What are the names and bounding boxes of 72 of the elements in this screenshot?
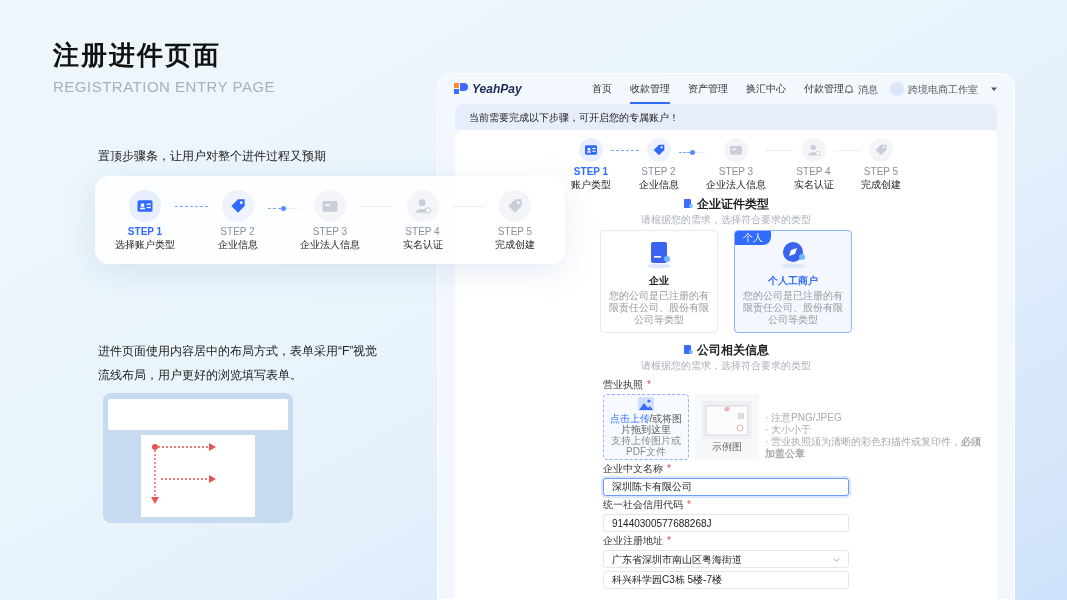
section-subtitle: 请根据您的需求，选择符合要求的类型	[641, 359, 811, 372]
section-title: 企业证件类型	[696, 196, 769, 213]
slide-subtitle: REGISTRATION ENTRY PAGE	[53, 77, 276, 97]
step-label: 实名认证	[793, 178, 834, 191]
field-label: 企业中文名称	[603, 462, 663, 475]
document-icon	[683, 345, 693, 355]
upload-hint: · 大小小于	[765, 424, 813, 436]
upload-link[interactable]: 点击上传	[609, 413, 650, 424]
text-input[interactable]: 91440300577688268J	[603, 514, 849, 532]
account-name[interactable]: 跨境电商工作室	[908, 81, 978, 97]
step-number: STEP 5	[497, 225, 533, 238]
type-title: 个人工商户	[768, 274, 818, 288]
chevron-down-icon	[833, 555, 840, 563]
nav-tab[interactable]: 首页	[592, 74, 612, 104]
upload-hint: · 营业执照须为清晰的彩色扫描件或复印件，必须加盖公章	[765, 436, 983, 460]
field-label: 统一社会信用代码	[603, 498, 683, 511]
text-input[interactable]: 科兴科学园C3栋 5楼-7楼	[603, 571, 849, 589]
step-number: STEP 1	[573, 166, 609, 178]
account-type-card[interactable]: 个人 个人工商户 您的公司是已注册的有限责任公司、股份有限公司等类型	[734, 230, 852, 333]
type-description: 您的公司是已注册的有限责任公司、股份有限公司等类型	[742, 290, 844, 326]
step-number: STEP 2	[220, 225, 255, 238]
section-subtitle: 请根据您的需求，选择符合要求的类型	[641, 213, 811, 226]
required-mark: *	[667, 462, 671, 475]
upload-hint: · 注意PNG/JPEG	[765, 412, 843, 424]
step-number: STEP 4	[796, 166, 831, 178]
required-mark: *	[667, 534, 671, 547]
logo-text: YeahPay	[472, 81, 522, 98]
step-label: 企业法人信息	[706, 178, 766, 191]
slide-title: 注册进件页面	[53, 39, 221, 72]
logo-icon	[454, 83, 468, 95]
step-number: STEP 2	[641, 166, 676, 178]
image-icon	[638, 397, 654, 411]
type-description: 您的公司是已注册的有限责任公司、股份有限公司等类型	[608, 290, 710, 326]
field-label: 企业注册地址	[603, 534, 663, 547]
step-label: 选择账户类型	[115, 237, 175, 251]
nav-tab[interactable]: 资产管理	[688, 74, 728, 104]
upload-instructions: 点击上传/或将图片拖到这里	[608, 413, 684, 435]
step-label: 完成创建	[495, 237, 535, 251]
caret-icon[interactable]	[990, 85, 998, 93]
compass-icon	[778, 239, 808, 269]
section-title: 公司相关信息	[696, 342, 769, 359]
sample-caption: 示例图	[712, 441, 742, 453]
upload-hint: 支持上传图片或PDF文件	[610, 435, 682, 457]
step-label: 企业信息	[217, 237, 258, 251]
nav-tab[interactable]: 换汇中心	[746, 74, 786, 104]
step-label: 企业信息	[638, 178, 679, 191]
step-number: STEP 1	[127, 225, 163, 238]
step-number: STEP 4	[405, 225, 440, 238]
description-text: 置顶步骤条，让用户对整个进件过程又预期	[98, 147, 326, 165]
step-label: 实名认证	[402, 237, 443, 251]
description-text: 进件页面使用内容居中的布局方式，表单采用“F”视觉流线布局，用户更好的浏览填写表单。	[98, 342, 379, 384]
required-mark: *	[687, 498, 691, 511]
step-number: STEP 3	[312, 225, 348, 238]
step-label: 企业法人信息	[300, 237, 360, 251]
required-mark: *	[647, 378, 651, 391]
step-number: STEP 5	[863, 166, 899, 178]
account-type-card[interactable]: 企业 您的公司是已注册的有限责任公司、股份有限公司等类型	[600, 230, 718, 333]
type-title: 企业	[649, 274, 669, 288]
upload-area[interactable]: 点击上传/或将图片拖到这里 支持上传图片或PDF文件	[603, 394, 689, 460]
type-badge: 个人	[735, 231, 771, 245]
notifications-label[interactable]: 消息	[858, 81, 878, 97]
step-label: 完成创建	[861, 178, 901, 191]
text-input[interactable]: 深圳陈卡有限公司	[603, 478, 849, 496]
banner-text: 当前需要完成以下步骤，可开启您的专属账户！	[469, 110, 679, 125]
field-label: 营业执照	[603, 378, 643, 391]
book-icon	[644, 239, 674, 269]
bell-icon[interactable]	[844, 84, 854, 94]
step-number: STEP 3	[718, 166, 754, 178]
nav-tab[interactable]: 付款管理	[804, 74, 844, 104]
region-select[interactable]: 广东省深圳市南山区粤海街道	[603, 550, 849, 568]
document-icon	[683, 199, 693, 209]
step-label: 账户类型	[571, 178, 611, 191]
